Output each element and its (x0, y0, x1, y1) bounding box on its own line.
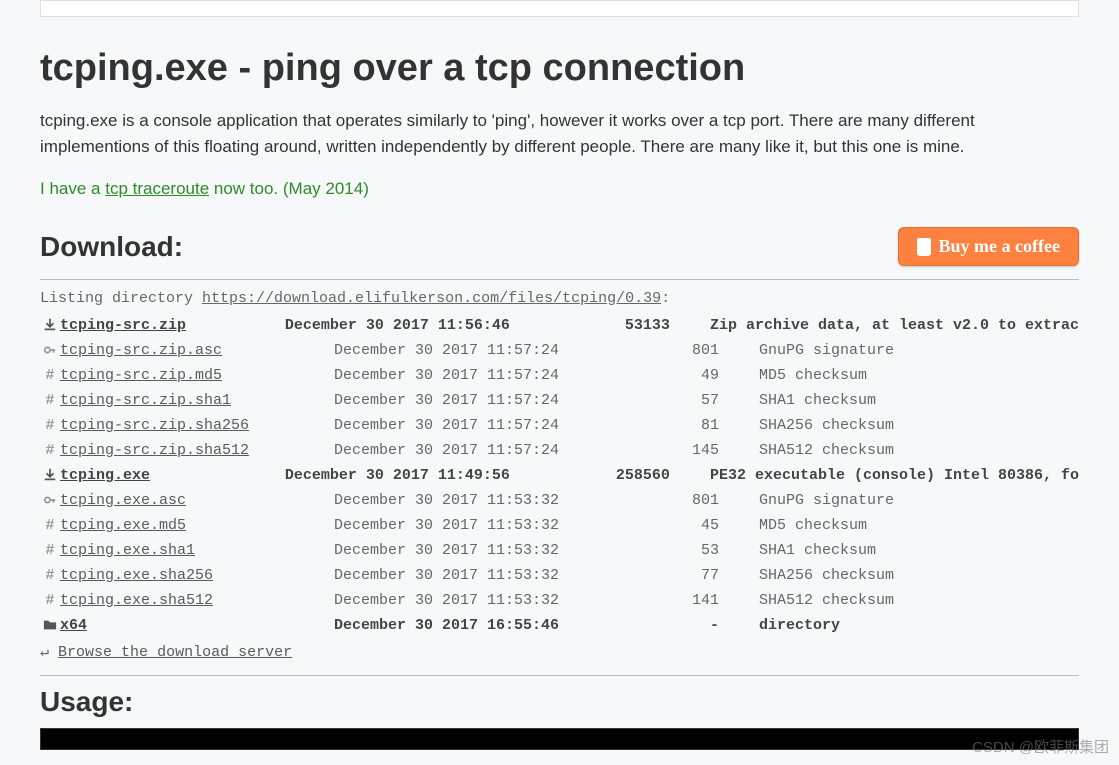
folder-icon (40, 618, 60, 632)
file-desc: SHA512 checksum (759, 592, 1079, 609)
browse-line: ↵ Browse the download server (40, 638, 1079, 669)
download-icon (40, 468, 60, 482)
download-heading: Download: (40, 231, 183, 263)
file-link[interactable]: tcping.exe.sha256 (60, 567, 213, 584)
traceroute-prefix: I have a (40, 179, 105, 198)
coffee-cup-icon (917, 238, 931, 256)
file-desc: SHA512 checksum (759, 442, 1079, 459)
file-row: #tcping-src.zip.sha512 December 30 2017 1… (40, 438, 1079, 463)
file-size: 53 (559, 542, 759, 559)
browse-download-server-link[interactable]: Browse the download server (58, 644, 292, 661)
file-link[interactable]: tcping.exe.sha512 (60, 592, 213, 609)
file-date: December 30 2017 11:49:56 (285, 467, 510, 484)
file-date: December 30 2017 16:55:46 (334, 617, 559, 634)
file-row: #tcping-src.zip.md5 December 30 2017 11:5… (40, 363, 1079, 388)
file-link[interactable]: tcping.exe.asc (60, 492, 186, 509)
key-icon (40, 493, 60, 507)
file-desc: Zip archive data, at least v2.0 to extra… (710, 317, 1079, 334)
file-desc: MD5 checksum (759, 367, 1079, 384)
traceroute-note: I have a tcp traceroute now too. (May 20… (40, 179, 1079, 199)
hash-icon: # (40, 417, 60, 434)
file-row: #tcping.exe.sha512 December 30 2017 11:53… (40, 588, 1079, 613)
file-date: December 30 2017 11:53:32 (334, 542, 559, 559)
file-row: #tcping-src.zip.sha256 December 30 2017 1… (40, 413, 1079, 438)
listing-url-link[interactable]: https://download.elifulkerson.com/files/… (202, 290, 661, 307)
file-size: 77 (559, 567, 759, 584)
divider-bottom (40, 675, 1079, 676)
hash-icon: # (40, 517, 60, 534)
file-link[interactable]: tcping-src.zip.asc (60, 342, 222, 359)
file-link[interactable]: tcping-src.zip.md5 (60, 367, 222, 384)
file-size: - (559, 617, 759, 634)
file-desc: MD5 checksum (759, 517, 1079, 534)
hash-icon: # (40, 442, 60, 459)
file-desc: GnuPG signature (759, 492, 1079, 509)
page-title: tcping.exe - ping over a tcp connection (40, 47, 1079, 90)
file-date: December 30 2017 11:57:24 (334, 442, 559, 459)
file-desc: SHA256 checksum (759, 567, 1079, 584)
tcp-traceroute-link[interactable]: tcp traceroute (105, 179, 209, 198)
file-desc: SHA1 checksum (759, 542, 1079, 559)
return-icon: ↵ (40, 644, 58, 661)
file-link[interactable]: tcping-src.zip (60, 317, 186, 334)
file-row: tcping.exe.asc December 30 2017 11:53:328… (40, 488, 1079, 513)
file-size: 141 (559, 592, 759, 609)
file-date: December 30 2017 11:57:24 (334, 417, 559, 434)
file-row: #tcping.exe.sha256 December 30 2017 11:53… (40, 563, 1079, 588)
divider-top (40, 279, 1079, 280)
file-size: 258560 (510, 467, 710, 484)
file-date: December 30 2017 11:57:24 (334, 392, 559, 409)
file-link[interactable]: tcping.exe (60, 467, 150, 484)
file-link[interactable]: tcping-src.zip.sha1 (60, 392, 231, 409)
usage-heading: Usage: (40, 686, 1079, 718)
file-link[interactable]: tcping-src.zip.sha256 (60, 417, 249, 434)
file-desc: PE32 executable (console) Intel 80386, f… (710, 467, 1079, 484)
file-date: December 30 2017 11:53:32 (334, 492, 559, 509)
file-desc: directory (759, 617, 1079, 634)
file-desc: GnuPG signature (759, 342, 1079, 359)
hash-icon: # (40, 392, 60, 409)
file-row: #tcping-src.zip.sha1 December 30 2017 11:… (40, 388, 1079, 413)
file-size: 57 (559, 392, 759, 409)
file-desc: SHA256 checksum (759, 417, 1079, 434)
file-size: 801 (559, 342, 759, 359)
file-link[interactable]: tcping.exe.md5 (60, 517, 186, 534)
coffee-label: Buy me a coffee (939, 236, 1060, 257)
traceroute-suffix: now too. (May 2014) (209, 179, 369, 198)
intro-paragraph: tcping.exe is a console application that… (40, 108, 1079, 161)
file-desc: SHA1 checksum (759, 392, 1079, 409)
hash-icon: # (40, 542, 60, 559)
file-size: 145 (559, 442, 759, 459)
file-date: December 30 2017 11:57:24 (334, 367, 559, 384)
file-row: #tcping.exe.md5 December 30 2017 11:53:32… (40, 513, 1079, 538)
file-date: December 30 2017 11:56:46 (285, 317, 510, 334)
hash-icon: # (40, 592, 60, 609)
file-date: December 30 2017 11:57:24 (334, 342, 559, 359)
file-size: 53133 (510, 317, 710, 334)
buy-me-coffee-button[interactable]: Buy me a coffee (898, 227, 1079, 266)
file-row: x64 December 30 2017 16:55:46-directory (40, 613, 1079, 638)
file-size: 49 (559, 367, 759, 384)
file-row: tcping.exe December 30 2017 11:49:5625856… (40, 463, 1079, 488)
file-link[interactable]: tcping.exe.sha1 (60, 542, 195, 559)
file-date: December 30 2017 11:53:32 (334, 592, 559, 609)
hash-icon: # (40, 367, 60, 384)
usage-terminal (40, 728, 1079, 750)
file-listing: tcping-src.zipDecember 30 2017 11:56:465… (40, 313, 1079, 638)
file-size: 45 (559, 517, 759, 534)
listing-directory-line: Listing directory https://download.elifu… (40, 290, 1079, 307)
file-row: #tcping.exe.sha1 December 30 2017 11:53:3… (40, 538, 1079, 563)
top-banner-area (40, 0, 1079, 17)
file-row: tcping-src.zip.asc December 30 2017 11:57… (40, 338, 1079, 363)
file-row: tcping-src.zip December 30 2017 11:56:465… (40, 313, 1079, 338)
file-size: 801 (559, 492, 759, 509)
file-link[interactable]: x64 (60, 617, 87, 634)
key-icon (40, 343, 60, 357)
hash-icon: # (40, 567, 60, 584)
file-link[interactable]: tcping-src.zip.sha512 (60, 442, 249, 459)
download-icon (40, 318, 60, 332)
file-date: December 30 2017 11:53:32 (334, 517, 559, 534)
file-size: 81 (559, 417, 759, 434)
file-date: December 30 2017 11:53:32 (334, 567, 559, 584)
